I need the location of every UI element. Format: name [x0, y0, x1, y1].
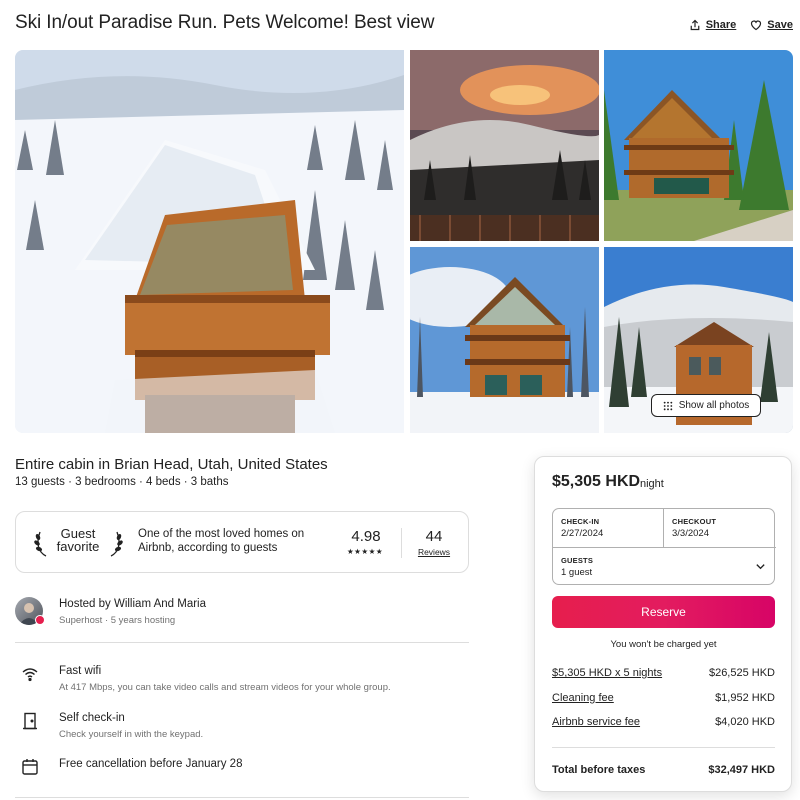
fee-amount: $1,952 HKD [715, 692, 775, 704]
guest-favorite-line2: favorite [56, 539, 100, 554]
rating-stars: ★★★★★ [346, 547, 384, 556]
amenity-item: Fast wifi At 417 Mbps, you can take vide… [15, 665, 469, 695]
total-divider [552, 747, 775, 748]
checkin-field[interactable]: CHECK-IN 2/27/2024 [553, 509, 664, 547]
laurel-right-icon [110, 531, 123, 557]
save-button[interactable]: Save [750, 19, 793, 31]
sunset-mountain-image [410, 50, 599, 241]
date-guest-picker: CHECK-IN 2/27/2024 CHECKOUT 3/3/2024 GUE… [552, 508, 776, 585]
nightly-price: $5,305 HKD [552, 473, 641, 490]
calendar-icon [22, 759, 38, 775]
summer-cabin-image [604, 50, 793, 241]
amenity-title: Self check-in [59, 712, 125, 724]
guests-dropdown[interactable]: GUESTS 1 guest [553, 547, 776, 585]
listing-type: Entire cabin in Brian Head, Utah, United… [15, 456, 328, 473]
guests-label: GUESTS [561, 556, 594, 565]
fee-label-link[interactable]: Cleaning fee [552, 692, 614, 704]
section-divider [15, 797, 469, 798]
reviews-count: 44 [425, 528, 443, 545]
checkout-label: CHECKOUT [672, 517, 717, 526]
photo-gallery [15, 50, 793, 433]
total-row: Total before taxes $32,497 HKD [552, 764, 775, 776]
rating-value: 4.98 [351, 528, 381, 545]
share-button[interactable]: Share [689, 19, 737, 31]
fee-label-link[interactable]: $5,305 HKD x 5 nights [552, 667, 662, 679]
amenity-title: Free cancellation before January 28 [59, 758, 243, 770]
host-subtitle: Superhost · 5 years hosting [59, 615, 176, 626]
booking-card: $5,305 HKD night CHECK-IN 2/27/2024 CHEC… [534, 456, 792, 792]
section-divider [15, 642, 469, 643]
checkout-field[interactable]: CHECKOUT 3/3/2024 [664, 509, 776, 547]
cabin-snow-aerial-image [15, 50, 404, 433]
guest-favorite-description: One of the most loved homes on Airbnb, a… [138, 528, 305, 554]
listing-title: Ski In/out Paradise Run. Pets Welcome! B… [15, 12, 435, 33]
save-label: Save [767, 19, 793, 31]
winter-cabin-image [410, 247, 599, 433]
header-actions: Share Save [689, 19, 793, 31]
reviews-link[interactable]: Reviews [416, 547, 452, 557]
checkout-value: 3/3/2024 [672, 528, 709, 539]
sunset-mountain-photo[interactable] [410, 50, 599, 241]
amenity-subtitle: At 417 Mbps, you can take video calls an… [59, 682, 391, 693]
winter-cabin-photo[interactable] [410, 247, 599, 433]
heart-icon [751, 20, 762, 31]
guest-favorite-label: Guest favorite [50, 527, 106, 553]
chevron-down-icon [756, 564, 765, 570]
show-all-photos-button[interactable]: Show all photos [651, 394, 761, 417]
share-label: Share [705, 19, 737, 31]
reserve-button[interactable]: Reserve [552, 596, 775, 628]
amenity-item: Self check-in Check yourself in with the… [15, 712, 469, 742]
rating-divider [401, 528, 402, 558]
fee-amount: $4,020 HKD [715, 716, 775, 728]
host-name: Hosted by William And Maria [59, 598, 206, 610]
host-section: Hosted by William And Maria Superhost · … [15, 597, 469, 629]
main-photo[interactable] [15, 50, 404, 433]
summer-cabin-photo[interactable] [604, 50, 793, 241]
checkin-value: 2/27/2024 [561, 528, 604, 539]
amenity-subtitle: Check yourself in with the keypad. [59, 729, 204, 740]
fee-amount: $26,525 HKD [708, 667, 775, 679]
laurel-left-icon [34, 531, 47, 557]
amenity-item: Free cancellation before January 28 [15, 758, 469, 778]
price-unit: night [640, 478, 664, 490]
guests-value: 1 guest [561, 567, 593, 578]
no-charge-note: You won't be charged yet [610, 639, 717, 650]
share-icon [690, 19, 700, 31]
show-all-photos-label: Show all photos [678, 400, 750, 411]
total-amount: $32,497 HKD [708, 764, 775, 776]
total-label: Total before taxes [552, 764, 646, 776]
wifi-icon [22, 668, 38, 682]
listing-specs: 13 guests · 3 bedrooms · 4 beds · 3 bath… [15, 476, 229, 488]
superhost-badge-icon [35, 615, 45, 625]
amenity-title: Fast wifi [59, 665, 102, 677]
grid-icon [663, 401, 672, 410]
guest-favorite-card[interactable]: Guest favorite One of the most loved hom… [15, 511, 469, 573]
fee-label-link[interactable]: Airbnb service fee [552, 716, 640, 728]
checkin-label: CHECK-IN [561, 517, 600, 526]
door-icon [23, 712, 37, 730]
